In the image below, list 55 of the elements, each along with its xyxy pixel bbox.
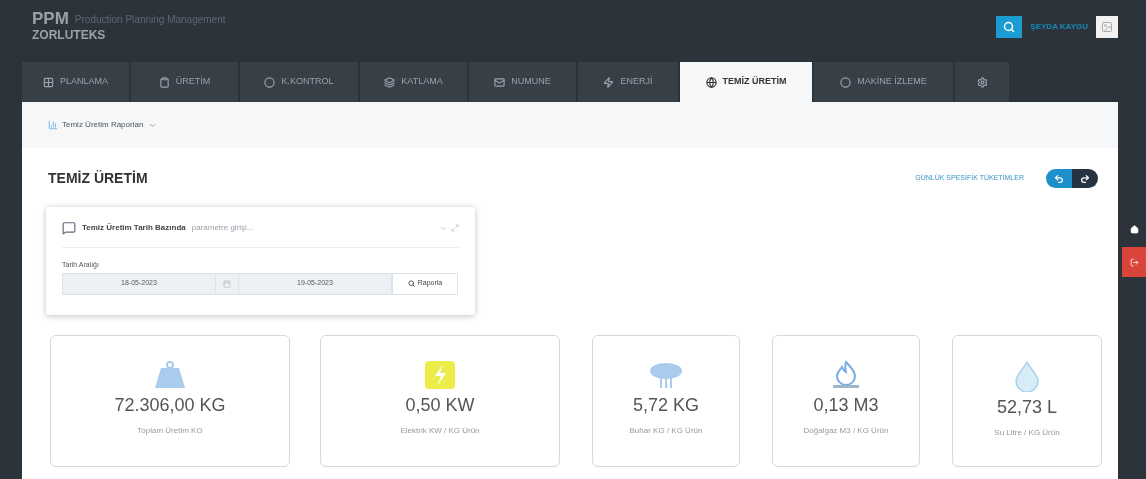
stat-value: 0,13 M3 — [813, 394, 879, 417]
grid-icon — [43, 76, 54, 88]
nav-tab[interactable]: K.KONTROL — [240, 62, 358, 102]
reports-dropdown[interactable]: Temiz Üretim Raporları — [48, 119, 157, 131]
expand-icon[interactable] — [451, 223, 459, 232]
circle-icon — [264, 76, 276, 88]
search-icon — [1003, 21, 1016, 33]
logout-icon — [1129, 257, 1139, 267]
brand-logo: PPM — [32, 10, 69, 27]
search-button[interactable] — [996, 16, 1023, 38]
bar-chart-icon — [48, 120, 58, 130]
nav-tab[interactable] — [955, 62, 1009, 102]
nav-tab[interactable]: TEMİZ ÜRETİM — [680, 62, 812, 102]
stat-value: 5,72 KG — [632, 394, 699, 417]
stat-value: 52,73 L — [996, 396, 1058, 419]
stat-label: Doğalgaz M3 / KG Ürün — [803, 425, 889, 437]
stat-label: Su Litre / KG Ürün — [994, 427, 1060, 439]
forward-button[interactable] — [1072, 169, 1098, 188]
clipboard-icon — [158, 76, 170, 88]
avatar-image-icon — [1101, 21, 1113, 33]
filter-hint: parametre girişi... — [191, 222, 254, 234]
nav-tab[interactable]: MAKİNE İZLEME — [814, 62, 953, 102]
lightning-icon — [603, 76, 615, 88]
user-name[interactable]: ŞEYDA KAYGU — [1030, 21, 1088, 33]
calendar-glyph-icon — [223, 279, 231, 288]
chat-filter-icon — [62, 221, 76, 235]
search-icon — [407, 280, 415, 287]
nav-tab[interactable]: NUMUNE — [469, 62, 576, 102]
forward-arrow-icon — [1080, 173, 1090, 184]
stat-label: Elektrik KW / KG Ürün — [400, 425, 480, 437]
back-button[interactable] — [1046, 169, 1072, 188]
cloud-icon — [648, 360, 684, 390]
envelope-icon — [494, 76, 506, 88]
calendar-icon[interactable] — [216, 272, 238, 295]
stat-label: Buhar KG / KG Ürün — [629, 425, 703, 437]
nav-tab[interactable]: PLANLAMA — [22, 62, 129, 102]
gear-icon — [976, 76, 988, 88]
avatar[interactable] — [1096, 16, 1118, 38]
water-drop-icon — [1014, 360, 1040, 392]
nav-tab[interactable]: ÜRETİM — [131, 62, 238, 102]
circle-icon — [840, 76, 852, 88]
company-name: ZORLUTEKS — [32, 29, 107, 41]
stat-value: 0,50 KW — [405, 394, 475, 417]
layers-icon — [384, 76, 396, 88]
nav-tab[interactable]: KATLAMA — [360, 62, 467, 102]
globe-icon — [705, 76, 717, 88]
filter-title: Temiz Üretim Tarih Bazında — [82, 222, 186, 234]
stat-value: 72.306,00 KG — [114, 394, 226, 417]
lightning-icon — [424, 360, 456, 390]
stat-label: Toplam Üretim KG — [137, 425, 203, 437]
weight-icon — [153, 360, 187, 390]
nav-tab[interactable]: ENERJİ — [578, 62, 678, 102]
page-title: TEMİZ ÜRETİM — [48, 169, 148, 188]
home-icon — [1129, 224, 1139, 234]
back-arrow-icon — [1054, 173, 1064, 184]
